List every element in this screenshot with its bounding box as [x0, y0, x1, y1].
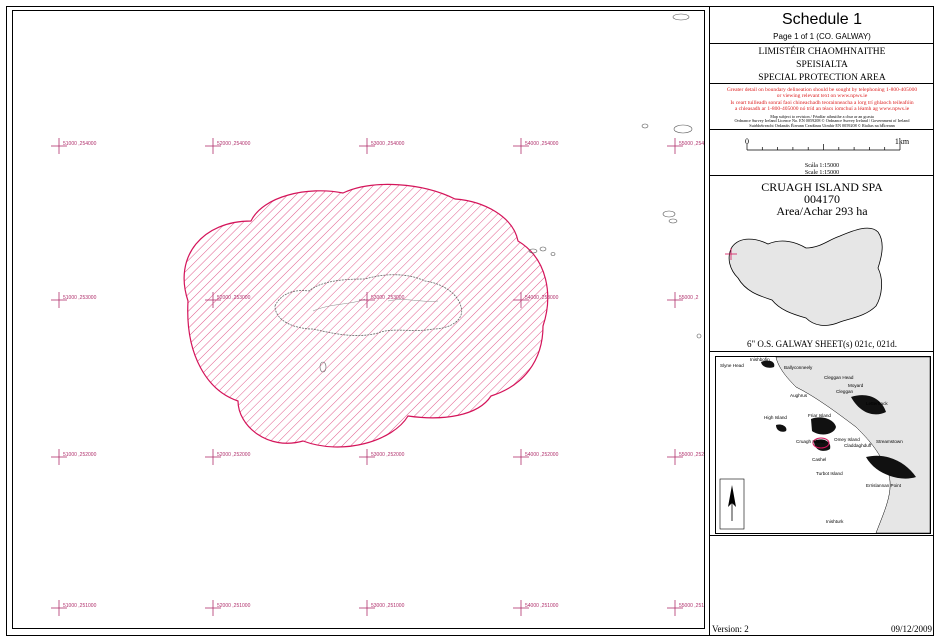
grid-coordinate-label: 51000 ,253000 [63, 295, 97, 301]
place-label: Cleggan [836, 389, 854, 394]
red-note: a chleasadh ar 1-800-405000 nó tríd an t… [734, 106, 910, 113]
scale-bar: 0 1km [745, 137, 910, 151]
place-label: Turbot Island [816, 471, 843, 476]
place-label: Ballyconneely [784, 365, 813, 370]
grid-coordinate-label: 52000 ,254000 [217, 141, 251, 147]
locator-map[interactable]: Slyne Head Ballyconneely ClegganMoyard Lett… [715, 356, 931, 534]
version: Version: 2 [712, 624, 749, 634]
place-label: Inishbofin [750, 357, 770, 362]
site-outline [728, 227, 883, 326]
offshore-rocks [528, 13, 702, 339]
grid-coordinate-label: 52000 ,252000 [217, 452, 251, 458]
place-label: Streamstown [876, 439, 903, 444]
red-note: Greater detail on boundary delineation s… [726, 87, 918, 93]
site-section: CRUAGH ISLAND SPA 004170 Area/Achar 293 … [710, 176, 934, 352]
grid-coordinate-label: 51000 ,251000 [63, 603, 97, 609]
map-canvas: 51000 ,254000 52000 ,254000 53000 ,254000 5… [51, 13, 705, 616]
info-panel: Schedule 1 Page 1 of 1 (CO. GALWAY) LIMI… [709, 6, 934, 636]
island [776, 424, 787, 432]
designation-line: LIMISTÉIR CHAOMHNAITHE [758, 47, 886, 57]
designation-line: SPECIAL PROTECTION AREA [758, 73, 886, 83]
island [811, 417, 836, 435]
grid-coordinate-label: 52000 ,251000 [217, 603, 251, 609]
grid-coordinate-label: 55000 ,254000 [679, 141, 705, 147]
place-label: Claddaghduff [844, 443, 872, 448]
spa-area: Area/Achar 293 ha [776, 204, 868, 218]
grid-coordinate-label: 53000 ,253000 [371, 295, 405, 301]
spa-name: CRUAGH ISLAND SPA [761, 180, 883, 194]
grid-coordinate-label: 53000 ,252000 [371, 452, 405, 458]
scale-start: 0 [745, 137, 749, 146]
fine-print: Suirbhéireacht Ordanáis Éireann Ceadúnas… [749, 123, 895, 129]
place-label: Moyard [848, 383, 864, 388]
date: 09/12/2009 [890, 624, 932, 634]
place-label: Friar Island [808, 413, 831, 418]
grid-coordinate-label: 55000 ,2 [679, 295, 699, 301]
designation-section: LIMISTÉIR CHAOMHNAITHE SPEISIALTA SPECIA… [710, 44, 934, 84]
grid-coordinate-label: 53000 ,251000 [371, 603, 405, 609]
grid-coordinate-label: 54000 ,251000 [525, 603, 559, 609]
place-label: Slyne Head [720, 363, 744, 368]
place-label: Inishturk [826, 519, 844, 524]
grid-coordinate-label: 53000 ,254000 [371, 141, 405, 147]
locator-section: Slyne Head Ballyconneely Cleggan Moyard Lett… [710, 352, 934, 536]
grid-coordinate-label: 54000 ,254000 [525, 141, 559, 147]
place-label: Letterfrack [866, 401, 888, 406]
place-label: Errislannan Point [866, 483, 902, 488]
scale-section: 0 1km Scála 1:15000 Scale 1:15000 [710, 130, 934, 176]
place-label: Cashel [812, 457, 826, 462]
os-sheet-ref: 6" O.S. GALWAY SHEET(s) 021c, 021d. [746, 339, 898, 349]
grid-coordinate-label: 55000 ,251000 [679, 603, 705, 609]
place-label: High Island [764, 415, 787, 420]
notes-section: Greater detail on boundary delineation s… [710, 84, 934, 130]
page-info: Page 1 of 1 (CO. GALWAY) [773, 32, 871, 41]
designation-line: SPEISIALTA [796, 60, 848, 70]
place-label: Cleggan Head [824, 375, 854, 380]
place-label: Aughrus [790, 393, 808, 398]
site-overview-map [725, 227, 883, 326]
grid-coordinate-label: 51000 ,252000 [63, 452, 97, 458]
footer: Version: 2 09/12/2009 [712, 624, 932, 634]
scale-end: 1km [895, 137, 910, 146]
title-section: Schedule 1 Page 1 of 1 (CO. GALWAY) [710, 6, 934, 44]
spa-boundary[interactable] [183, 183, 549, 448]
place-label: Omey Island [834, 437, 860, 442]
main-map[interactable]: 51000 ,254000 52000 ,254000 53000 ,254000 5… [12, 10, 705, 629]
grid-coordinate-label: 51000 ,254000 [63, 141, 97, 147]
grid-coordinate-label: 55000 ,252000 [679, 452, 705, 458]
grid-coordinate-label: 54000 ,253000 [525, 295, 559, 301]
grid-coordinate-label: 52000 ,253000 [217, 295, 251, 301]
grid-coordinate-label: 54000 ,252000 [525, 452, 559, 458]
schedule-title: Schedule 1 [781, 11, 863, 28]
place-label: Cruagh Island [796, 439, 825, 444]
